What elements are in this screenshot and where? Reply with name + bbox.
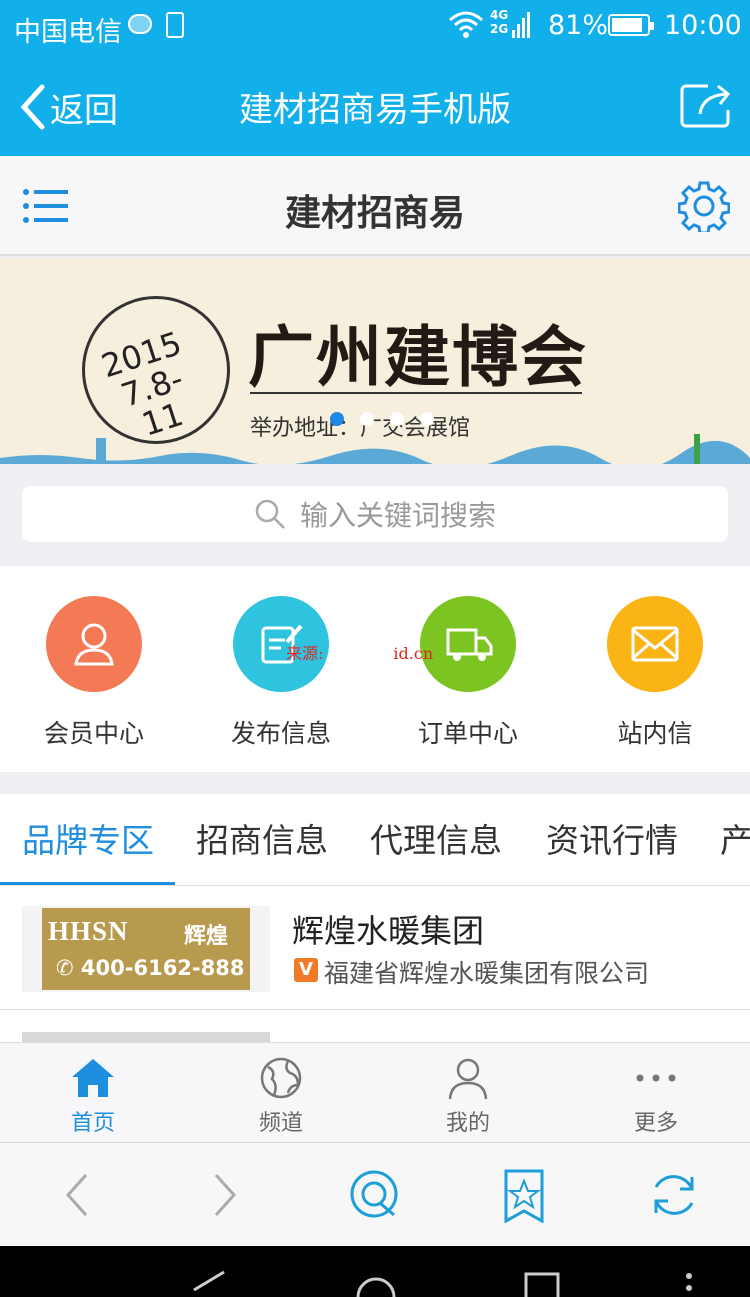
quick-action-label: 发布信息 <box>230 719 331 748</box>
member-icon <box>46 596 142 692</box>
carousel-dot[interactable] <box>330 412 344 426</box>
android-home-icon[interactable] <box>356 1270 396 1297</box>
browser-back-button[interactable] <box>46 1167 106 1223</box>
brand-logo: HHSN 辉煌 ✆ 400-6162-888 <box>22 906 270 992</box>
banner-headline: 广州建博会 <box>248 319 588 396</box>
android-menu-icon[interactable] <box>684 1270 694 1297</box>
banner-divider <box>250 392 582 394</box>
chevron-left-icon <box>20 84 45 130</box>
inbox-button[interactable]: 站内信 <box>575 596 735 750</box>
brand-list: HHSN 辉煌 ✆ 400-6162-888 辉煌水暖集团 V 福建省辉煌水暖集… <box>0 886 750 1042</box>
nav-home[interactable]: 首页 <box>18 1055 168 1137</box>
nav-mine[interactable]: 我的 <box>393 1055 543 1137</box>
quick-action-label: 站内信 <box>617 719 693 748</box>
logo-phone: ✆ 400-6162-888 <box>56 956 245 980</box>
carrier-label: 中国电信 <box>14 17 122 48</box>
search-placeholder: 输入关键词搜索 <box>299 499 496 532</box>
share-icon[interactable] <box>680 82 734 128</box>
android-nav-bar <box>0 1246 750 1297</box>
mail-icon <box>607 596 703 692</box>
clock: 10:00 <box>664 10 742 41</box>
bottom-nav: 首页 频道 我的 更多 <box>0 1042 750 1142</box>
signal-icon <box>512 12 530 38</box>
user-icon <box>448 1058 488 1100</box>
status-bar: 中国电信 4G 2G 81% 10:00 <box>0 0 750 56</box>
site-title: 建材招商易 <box>284 193 465 234</box>
promo-banner[interactable]: 2015 7.8-11 广州建博会 举办地址：广交会展馆 <box>0 258 750 464</box>
verified-badge: V <box>294 958 318 982</box>
refresh-icon <box>654 1175 694 1215</box>
quick-actions: 会员中心 发布信息 订单中心 站内信 <box>0 566 750 772</box>
search-section: 输入关键词搜索 <box>0 464 750 564</box>
search-icon <box>255 499 285 529</box>
carousel-dot[interactable] <box>360 412 374 426</box>
android-back-icon[interactable] <box>190 1270 226 1297</box>
carousel-dot[interactable] <box>390 412 404 426</box>
back-label: 返回 <box>50 90 118 131</box>
gear-icon[interactable] <box>678 180 730 232</box>
quick-action-label: 订单中心 <box>417 719 518 748</box>
nav-label: 首页 <box>70 1111 115 1136</box>
chevron-left-icon <box>65 1173 88 1217</box>
list-item[interactable] <box>0 1010 750 1042</box>
battery-percent: 81% <box>548 10 609 41</box>
logo-text-cn: 辉煌 <box>184 924 229 949</box>
network-type-label: 4G 2G <box>490 8 509 36</box>
logo-text: HHSN <box>48 916 129 946</box>
truck-icon <box>420 596 516 692</box>
browser-toolbar <box>0 1142 750 1246</box>
refresh-button[interactable] <box>644 1167 704 1223</box>
android-recents-icon[interactable] <box>524 1270 560 1297</box>
home-icon <box>72 1059 114 1097</box>
carousel-dot[interactable] <box>420 412 434 426</box>
nav-channels[interactable]: 频道 <box>206 1055 356 1137</box>
category-tabs: 品牌专区 招商信息 代理信息 资讯行情 产 <box>0 794 750 886</box>
carousel-indicators <box>330 412 434 426</box>
wifi-icon <box>449 11 483 38</box>
tab-agency-info[interactable]: 代理信息 <box>370 814 502 862</box>
company-name: 福建省辉煌水暖集团有限公司 <box>324 959 650 988</box>
usb-icon <box>166 12 184 38</box>
notification-icon <box>128 14 152 34</box>
nav-label: 我的 <box>445 1111 490 1136</box>
battery-icon <box>608 14 654 36</box>
brand-logo <box>22 1032 270 1042</box>
list-item[interactable]: HHSN 辉煌 ✆ 400-6162-888 辉煌水暖集团 V 福建省辉煌水暖集… <box>0 886 750 1010</box>
browser-title-bar: 返回 建材招商易手机版 <box>0 56 750 156</box>
bookmark-icon <box>504 1169 544 1224</box>
browser-forward-button[interactable] <box>196 1167 256 1223</box>
browser-logo-icon <box>350 1170 398 1218</box>
more-icon <box>636 1074 676 1082</box>
tab-products[interactable]: 产 <box>720 814 750 862</box>
site-header: 建材招商易 <box>0 156 750 256</box>
globe-icon <box>260 1057 302 1099</box>
browser-home-button[interactable] <box>344 1167 404 1223</box>
brand-logo-plate: HHSN 辉煌 ✆ 400-6162-888 <box>42 908 250 990</box>
nav-more[interactable]: 更多 <box>581 1055 731 1137</box>
order-center-button[interactable]: 订单中心 <box>388 596 548 750</box>
search-input[interactable]: 输入关键词搜索 <box>22 486 728 542</box>
nav-label: 频道 <box>258 1111 303 1136</box>
publish-info-button[interactable]: 发布信息 <box>201 596 361 750</box>
nav-label: 更多 <box>633 1111 678 1136</box>
chevron-right-icon <box>214 1173 237 1217</box>
tab-news-market[interactable]: 资讯行情 <box>546 814 678 862</box>
city-skyline <box>0 434 750 464</box>
back-button[interactable]: 返回 <box>18 82 118 132</box>
watermark: 来源: id.cn <box>286 644 434 663</box>
tab-brand-zone[interactable]: 品牌专区 <box>22 814 154 862</box>
brand-name: 辉煌水暖集团 <box>292 912 485 950</box>
tab-investment-info[interactable]: 招商信息 <box>196 814 328 862</box>
quick-action-label: 会员中心 <box>43 719 144 748</box>
member-center-button[interactable]: 会员中心 <box>14 596 174 750</box>
bookmarks-button[interactable] <box>494 1167 554 1224</box>
